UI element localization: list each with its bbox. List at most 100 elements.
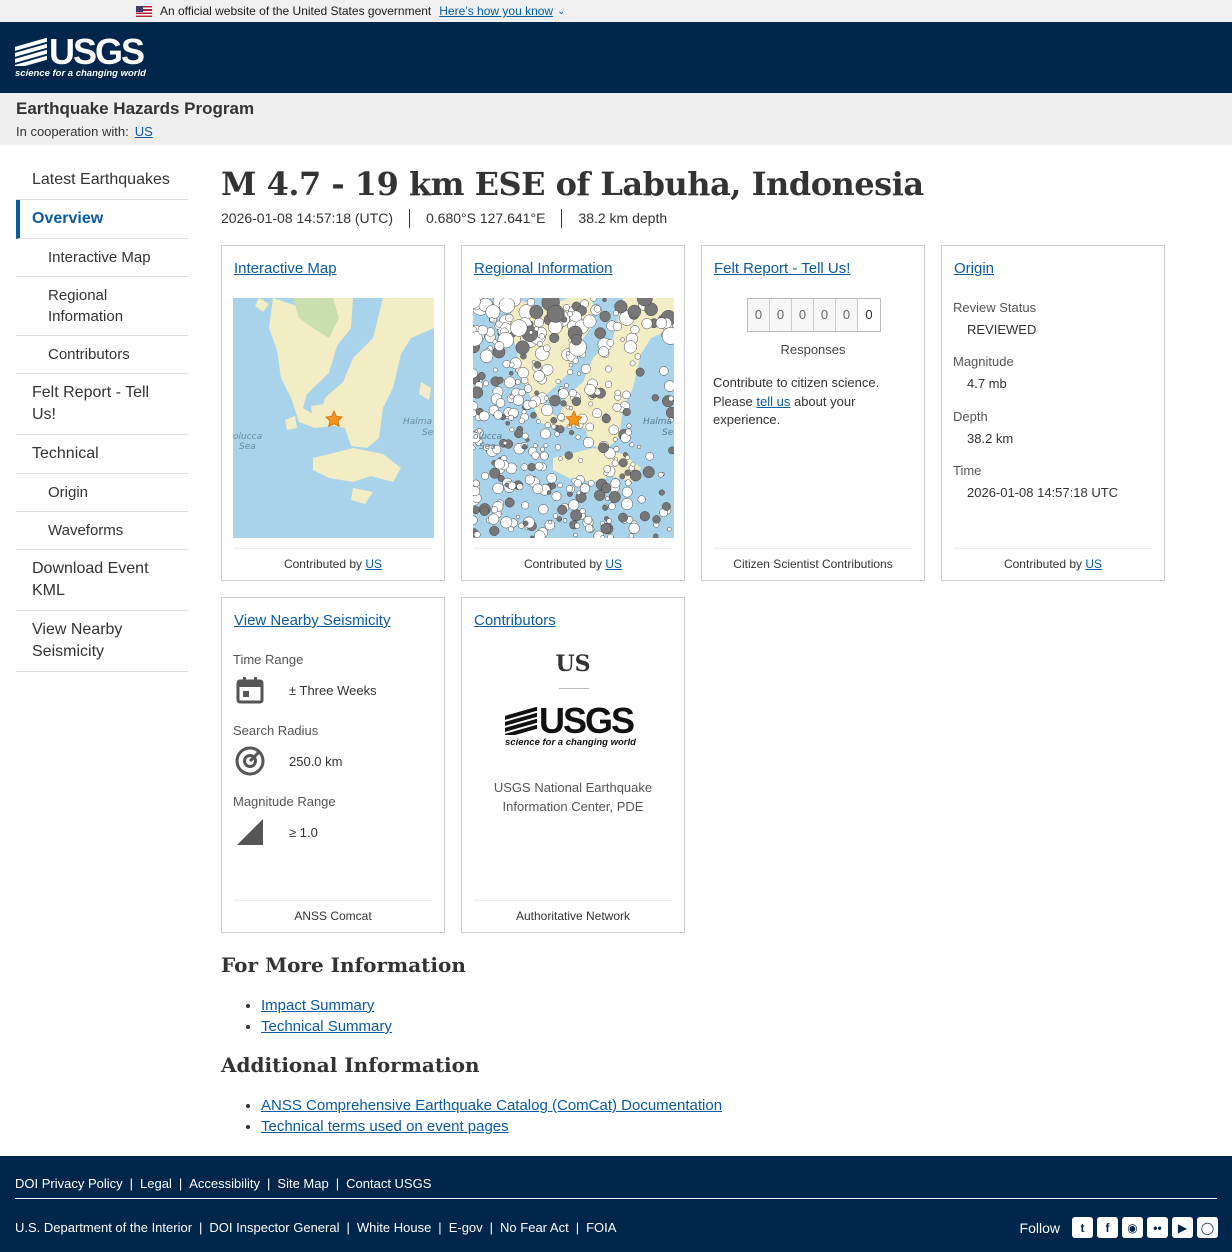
program-title: Earthquake Hazards Program bbox=[16, 99, 255, 118]
facebook-icon[interactable]: f bbox=[1097, 1217, 1118, 1238]
map-label-halmahera-sea-a: Halma bbox=[403, 417, 432, 427]
seismicity-dot bbox=[489, 467, 501, 479]
sidebar-item-interactive-map[interactable]: Interactive Map bbox=[16, 239, 188, 277]
footer-foia-link[interactable]: FOIA bbox=[586, 1220, 616, 1235]
seismicity-dot bbox=[655, 317, 668, 329]
footer-site-map-link[interactable]: Site Map bbox=[277, 1176, 328, 1191]
magnitude-value: 4.7 mb bbox=[967, 376, 1007, 391]
regional-information-link[interactable]: Regional Information bbox=[474, 260, 612, 277]
seismicity-dot bbox=[478, 410, 490, 422]
sidebar-item-waveforms[interactable]: Waveforms bbox=[16, 512, 188, 550]
youtube-icon[interactable]: ▶ bbox=[1172, 1217, 1193, 1238]
time-value: 2026-01-08 14:57:18 UTC bbox=[967, 485, 1119, 500]
usgs-logo[interactable]: USGS science for a changing world bbox=[15, 33, 146, 79]
sidebar-item-contributors[interactable]: Contributors bbox=[16, 336, 188, 374]
list-item: Impact Summary bbox=[261, 995, 1211, 1016]
sidebar-item-latest-earthquakes[interactable]: Latest Earthquakes bbox=[16, 161, 188, 200]
seismicity-dot bbox=[546, 473, 557, 484]
footer-divider bbox=[15, 1198, 1217, 1199]
flickr-icon[interactable]: •• bbox=[1147, 1217, 1168, 1238]
footer-doi-link[interactable]: U.S. Department of the Interior bbox=[15, 1220, 192, 1235]
seismicity-dot bbox=[492, 367, 498, 373]
footer-legal-link[interactable]: Legal bbox=[140, 1176, 172, 1191]
regional-label-halmahera-a: Halma bbox=[643, 417, 672, 427]
card-regional-information: Regional Information olucca Sea Halma Se… bbox=[461, 245, 685, 581]
footer-no-fear-act-link[interactable]: No Fear Act bbox=[500, 1220, 569, 1235]
sidebar-item-technical[interactable]: Technical bbox=[16, 435, 188, 474]
sidebar-item-regional-information[interactable]: Regional Information bbox=[16, 277, 188, 336]
footer-separator: | bbox=[335, 1176, 340, 1191]
seismicity-dot bbox=[543, 344, 551, 353]
counter-digit: 0 bbox=[748, 299, 770, 331]
footer-inspector-general-link[interactable]: DOI Inspector General bbox=[209, 1220, 339, 1235]
seismicity-dot bbox=[667, 526, 672, 532]
nearby-seismicity-link[interactable]: View Nearby Seismicity bbox=[234, 612, 390, 629]
impact-summary-link[interactable]: Impact Summary bbox=[261, 997, 374, 1014]
heres-how-you-know-link[interactable]: Here’s how you know bbox=[439, 4, 553, 18]
regional-map-thumbnail[interactable]: olucca Sea Halma Se bbox=[473, 298, 674, 538]
interactive-map-thumbnail[interactable]: olucca Sea Halma Se bbox=[233, 298, 434, 538]
footer-accessibility-link[interactable]: Accessibility bbox=[189, 1176, 260, 1191]
calendar-icon bbox=[233, 673, 267, 707]
seismicity-dot bbox=[515, 514, 520, 519]
interactive-map-contributor-link[interactable]: US bbox=[365, 557, 382, 571]
seismicity-dot bbox=[600, 523, 612, 534]
seismicity-dot bbox=[534, 461, 544, 471]
footer-links-secondary: U.S. Department of the Interior | DOI Ins… bbox=[15, 1220, 616, 1235]
seismicity-dot bbox=[518, 388, 526, 397]
technical-terms-link[interactable]: Technical terms used on event pages bbox=[261, 1118, 509, 1135]
origin-link[interactable]: Origin bbox=[954, 260, 994, 277]
footer-contact-link[interactable]: Contact USGS bbox=[346, 1176, 431, 1191]
github-icon[interactable]: ◉ bbox=[1122, 1217, 1143, 1238]
seismicity-dot bbox=[565, 351, 571, 356]
sidebar-item-origin[interactable]: Origin bbox=[16, 474, 188, 512]
sidebar-item-overview[interactable]: Overview bbox=[16, 200, 188, 239]
comcat-documentation-link[interactable]: ANSS Comprehensive Earthquake Catalog (C… bbox=[261, 1097, 722, 1114]
coop-link[interactable]: US bbox=[135, 124, 153, 139]
list-item: Technical Summary bbox=[261, 1016, 1211, 1037]
seismicity-dot bbox=[562, 518, 568, 523]
seismicity-dot bbox=[668, 446, 674, 455]
felt-report-link[interactable]: Felt Report - Tell Us! bbox=[714, 260, 850, 277]
contributor-usgs-logo[interactable]: USGS science for a changing world bbox=[505, 703, 636, 748]
origin-magnitude: Magnitude 4.7 mb bbox=[953, 354, 1153, 391]
search-radius: Search Radius 250.0 km bbox=[233, 723, 433, 778]
seismicity-dot bbox=[500, 516, 513, 529]
sidebar-item-download-kml[interactable]: Download Event KML bbox=[16, 550, 188, 611]
seismicity-dot bbox=[533, 326, 539, 332]
footer-doi-privacy-link[interactable]: DOI Privacy Policy bbox=[15, 1176, 123, 1191]
seismicity-dot bbox=[608, 502, 616, 510]
contributor-name: USGS National Earthquake Information Cen… bbox=[493, 780, 653, 814]
footer-white-house-link[interactable]: White House bbox=[357, 1220, 431, 1235]
twitter-icon[interactable]: t bbox=[1072, 1217, 1093, 1238]
instagram-icon[interactable]: ◯ bbox=[1197, 1217, 1218, 1238]
seismicity-dot bbox=[607, 533, 614, 538]
regional-contributor-link[interactable]: US bbox=[605, 557, 622, 571]
contributors-link[interactable]: Contributors bbox=[474, 612, 556, 629]
seismicity-dot bbox=[572, 357, 579, 364]
seismicity-dot bbox=[606, 339, 615, 347]
seismicity-dot bbox=[550, 417, 558, 424]
seismicity-dot bbox=[635, 367, 645, 377]
interactive-map-link[interactable]: Interactive Map bbox=[234, 260, 337, 277]
contributor-logo-tagline: science for a changing world bbox=[505, 737, 636, 748]
seismicity-dot bbox=[614, 389, 621, 397]
footer-egov-link[interactable]: E-gov bbox=[449, 1220, 483, 1235]
seismicity-dot bbox=[526, 298, 536, 307]
seismicity-dot bbox=[563, 304, 570, 311]
card-felt-report: Felt Report - Tell Us! 0 0 0 0 0 0 Respo… bbox=[701, 245, 925, 581]
seismicity-dot bbox=[568, 499, 580, 511]
origin-contributor-link[interactable]: US bbox=[1085, 557, 1102, 571]
seismicity-dot bbox=[473, 479, 480, 487]
seismicity-dot bbox=[576, 371, 582, 376]
footer-separator: | bbox=[178, 1176, 183, 1191]
tell-us-link[interactable]: tell us bbox=[756, 394, 790, 409]
magnitude-label: Magnitude bbox=[953, 354, 1014, 369]
sidebar-item-nearby-seismicity[interactable]: View Nearby Seismicity bbox=[16, 611, 188, 672]
seismicity-dot bbox=[613, 310, 619, 316]
sidebar-item-felt-report[interactable]: Felt Report - Tell Us! bbox=[16, 374, 188, 435]
technical-summary-link[interactable]: Technical Summary bbox=[261, 1018, 392, 1035]
seismicity-dot bbox=[543, 395, 549, 401]
seismicity-dot bbox=[544, 421, 551, 429]
seismicity-dot bbox=[516, 483, 524, 491]
